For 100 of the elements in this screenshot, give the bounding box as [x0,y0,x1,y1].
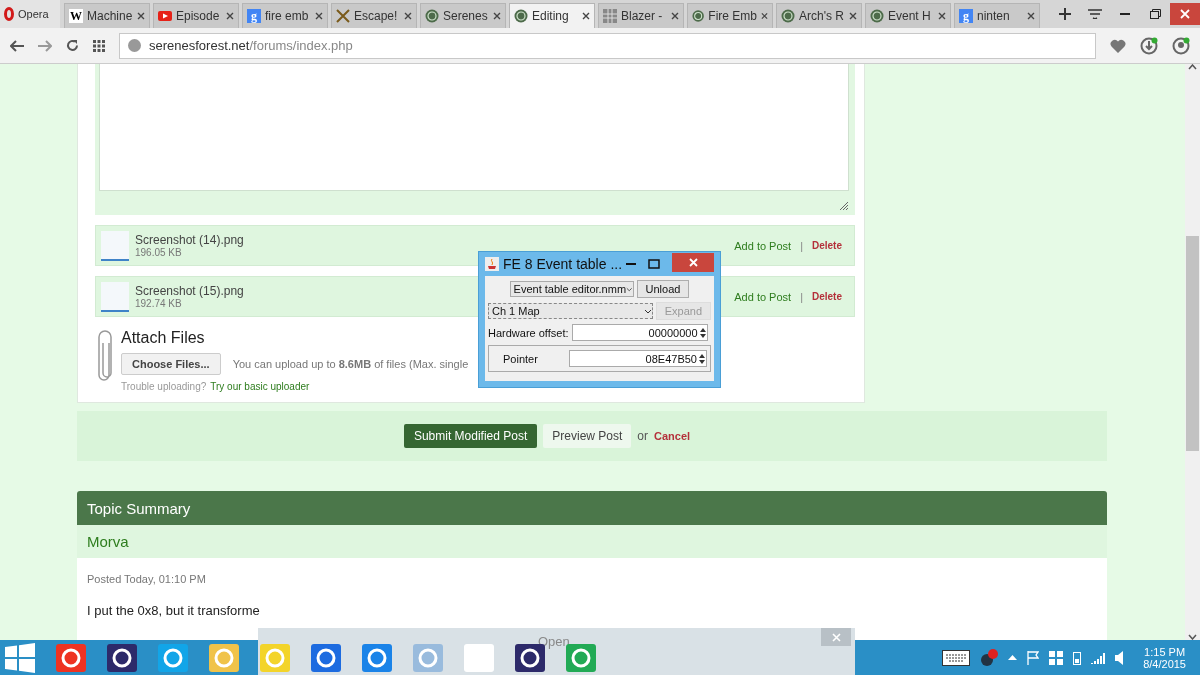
trouble-text: Trouble uploading? [121,381,207,392]
delete-link[interactable]: Delete [812,291,842,302]
close-icon [226,12,234,20]
opera-menu-button[interactable]: Opera [0,0,60,28]
close-icon [582,12,590,20]
or-text: or [637,429,648,443]
emblem-icon [692,9,705,23]
caret-icon [643,308,652,314]
globe-icon [128,39,141,52]
browser-tab[interactable]: Arch's R [776,3,862,28]
emblem-icon [514,9,528,23]
add-to-post-link[interactable]: Add to Post [734,239,792,252]
heart-icon [1110,38,1126,53]
file-name: Screenshot (15).png [135,284,244,298]
restore-icon [1149,9,1161,19]
scrollbar[interactable] [1185,64,1200,640]
cancel-link[interactable]: Cancel [654,430,691,442]
file-name: Screenshot (14).png [135,233,244,247]
scroll-down-icon [1188,634,1197,640]
close-button[interactable] [672,252,714,272]
app-icon [158,643,188,672]
grid-icon [93,39,105,52]
close-button[interactable] [1170,3,1200,25]
browser-tab[interactable]: Serenes [420,3,506,28]
signal-icon [1091,651,1106,664]
close-icon [404,12,412,20]
pointer-label: Pointer [503,352,538,365]
speaker-icon [1115,650,1126,665]
app-icon [56,643,86,672]
file-size: 196.05 KB [135,247,182,258]
post-text: I put the 0x8, but it transforme [87,603,261,618]
close-icon [671,12,679,20]
maximize-icon [648,259,660,269]
back-icon [10,39,24,52]
upload-limit-text: You can upload up to 8.6MB of files (Max. single [232,358,469,370]
app-icon [311,643,341,672]
separator-text: | [800,239,803,252]
resize-grip-icon [839,201,849,211]
app-icon [464,643,494,672]
attach-files-heading: Attach Files [121,329,206,347]
video-icon [158,11,172,21]
browser-tab[interactable]: Fire Emb [687,3,773,28]
app-icon [260,643,290,672]
reload-icon [66,39,79,52]
browser-tab[interactable]: g ninten [954,3,1040,28]
close-icon [1180,9,1190,19]
forward-icon [38,39,52,52]
delete-link[interactable]: Delete [812,240,842,251]
unload-button[interactable]: Unload [636,280,690,298]
extension-icon [1172,36,1190,55]
address-field[interactable]: serenesforest.net/forums/index.php [119,32,1096,59]
favicon-icon: g [247,9,261,23]
battery-icon [1073,650,1082,665]
hardware-offset-field[interactable]: 00000000 [571,324,708,341]
preview-button[interactable]: Preview Post [543,424,632,448]
favicon-icon: W [69,9,83,23]
close-icon [137,12,145,20]
app-icon [362,643,392,672]
file-size: 192.74 KB [135,298,182,309]
windows-start-icon [5,642,35,673]
post-date: Posted Today, 01:10 PM [87,573,207,585]
favicon-icon: g [959,9,973,23]
app-icon [209,643,239,672]
close-icon [938,12,946,20]
caret-icon [626,286,633,292]
browser-tab[interactable]: Episode [153,3,239,28]
hardware-offset-label: Hardware offset: [488,326,569,339]
basic-uploader-link[interactable]: Try our basic uploader [210,381,310,392]
emblem-icon [781,9,795,23]
choose-files-button[interactable]: Choose Files... [121,353,221,375]
minimize-icon [1120,13,1130,15]
browser-tab[interactable]: Blazer - [598,3,684,28]
close-icon [849,12,857,20]
emblem-icon [425,9,439,23]
sword-icon [336,9,350,23]
browser-tab[interactable]: W Machine [64,3,150,28]
url-text: serenesforest.net/forums/index.php [149,38,353,53]
download-icon [1140,36,1158,55]
browser-tab[interactable]: Escape! [331,3,417,28]
close-icon [831,632,841,642]
browser-tab[interactable]: Event H [865,3,951,28]
alert-icon [980,648,999,667]
java-icon [485,257,499,271]
close-icon [1027,12,1035,20]
close-icon [315,12,323,20]
minimize-icon [626,263,637,265]
map-dropdown[interactable]: Ch 1 Map [488,303,653,319]
separator-text: | [800,290,803,303]
add-to-post-link[interactable]: Add to Post [734,290,792,303]
author-name: Morva [77,525,1107,558]
browser-tab[interactable]: g fire emb [242,3,328,28]
windows-icon [1049,650,1064,665]
pointer-field[interactable]: 08E47B50 [569,350,707,367]
clock[interactable]: 1:15 PM 8/4/2015 [1143,645,1186,670]
keyboard-icon [942,649,971,666]
submit-button[interactable]: Submit Modified Post [403,424,538,448]
app-icon [413,643,443,672]
file-dropdown[interactable]: Event table editor.nmm [509,281,634,297]
flag-icon [1027,650,1040,665]
browser-tab[interactable]: Editing [509,3,595,28]
